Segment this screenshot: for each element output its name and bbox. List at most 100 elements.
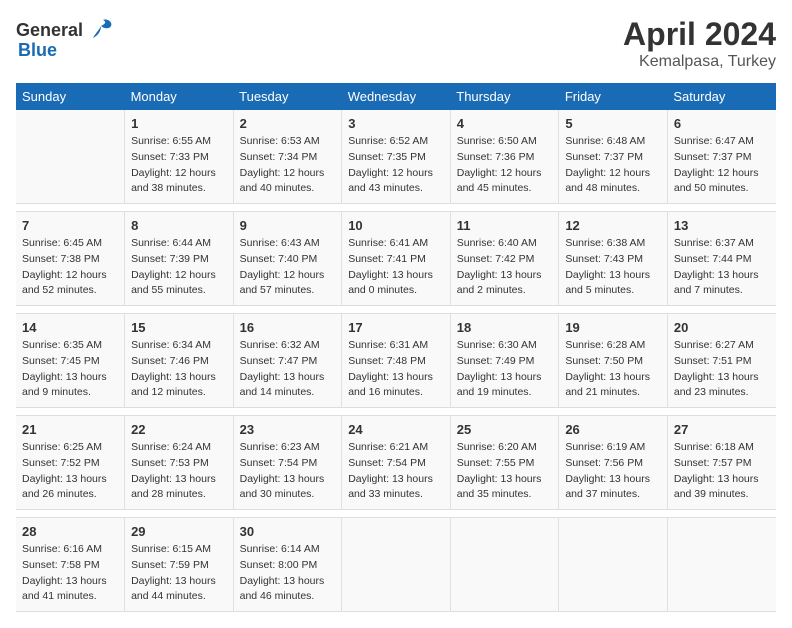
logo-general: General (16, 20, 83, 41)
calendar-cell: 5 Sunrise: 6:48 AM Sunset: 7:37 PM Daylig… (559, 110, 668, 204)
header-sunday: Sunday (16, 83, 125, 110)
day-number: 8 (131, 218, 227, 233)
day-number: 5 (565, 116, 661, 131)
day-number: 22 (131, 422, 227, 437)
calendar-week-row: 14Sunrise: 6:35 AM Sunset: 7:45 PM Dayli… (16, 314, 776, 408)
separator-cell (16, 510, 776, 518)
title-area: April 2024 Kemalpasa, Turkey (623, 16, 776, 71)
day-info: Sunrise: 6:32 AM Sunset: 7:47 PM Dayligh… (240, 338, 336, 401)
calendar-cell: 12 Sunrise: 6:38 AM Sunset: 7:43 PM Dayli… (559, 212, 668, 306)
calendar-cell: 24Sunrise: 6:21 AM Sunset: 7:54 PM Dayli… (342, 416, 451, 510)
day-info: Sunrise: 6:30 AM Sunset: 7:49 PM Dayligh… (457, 338, 553, 401)
calendar-cell: 21 Sunrise: 6:25 AM Sunset: 7:52 PM Dayli… (16, 416, 125, 510)
header-friday: Friday (559, 83, 668, 110)
row-separator (16, 408, 776, 416)
day-number: 11 (457, 218, 553, 233)
calendar-cell (450, 518, 559, 612)
day-number: 21 (22, 422, 118, 437)
day-number: 20 (674, 320, 770, 335)
day-info: Sunrise: 6:38 AM Sunset: 7:43 PM Dayligh… (565, 236, 661, 299)
day-info: Sunrise: 6:34 AM Sunset: 7:46 PM Dayligh… (131, 338, 227, 401)
day-info: Sunrise: 6:27 AM Sunset: 7:51 PM Dayligh… (674, 338, 770, 401)
header: General Blue April 2024 Kemalpasa, Turke… (16, 16, 776, 71)
day-number: 4 (457, 116, 553, 131)
header-saturday: Saturday (667, 83, 776, 110)
header-thursday: Thursday (450, 83, 559, 110)
day-number: 2 (240, 116, 336, 131)
day-info: Sunrise: 6:43 AM Sunset: 7:40 PM Dayligh… (240, 236, 336, 299)
day-info: Sunrise: 6:31 AM Sunset: 7:48 PM Dayligh… (348, 338, 444, 401)
day-info: Sunrise: 6:40 AM Sunset: 7:42 PM Dayligh… (457, 236, 553, 299)
day-number: 24 (348, 422, 444, 437)
day-number: 9 (240, 218, 336, 233)
calendar-cell: 22 Sunrise: 6:24 AM Sunset: 7:53 PM Dayli… (125, 416, 234, 510)
day-info: Sunrise: 6:23 AM Sunset: 7:54 PM Dayligh… (240, 440, 336, 503)
header-wednesday: Wednesday (342, 83, 451, 110)
day-number: 27 (674, 422, 770, 437)
calendar-cell: 25 Sunrise: 6:20 AM Sunset: 7:55 PM Dayli… (450, 416, 559, 510)
calendar-cell: 11 Sunrise: 6:40 AM Sunset: 7:42 PM Dayli… (450, 212, 559, 306)
day-number: 28 (22, 524, 118, 539)
day-info: Sunrise: 6:37 AM Sunset: 7:44 PM Dayligh… (674, 236, 770, 299)
calendar-cell: 3Sunrise: 6:52 AM Sunset: 7:35 PM Daylig… (342, 110, 451, 204)
day-number: 12 (565, 218, 661, 233)
day-info: Sunrise: 6:20 AM Sunset: 7:55 PM Dayligh… (457, 440, 553, 503)
calendar-cell: 4Sunrise: 6:50 AM Sunset: 7:36 PM Daylig… (450, 110, 559, 204)
day-number: 19 (565, 320, 661, 335)
row-separator (16, 204, 776, 212)
calendar-cell: 27 Sunrise: 6:18 AM Sunset: 7:57 PM Dayli… (667, 416, 776, 510)
header-monday: Monday (125, 83, 234, 110)
day-number: 30 (240, 524, 336, 539)
calendar-cell: 7Sunrise: 6:45 AM Sunset: 7:38 PM Daylig… (16, 212, 125, 306)
day-number: 14 (22, 320, 118, 335)
calendar-cell: 10Sunrise: 6:41 AM Sunset: 7:41 PM Dayli… (342, 212, 451, 306)
day-info: Sunrise: 6:55 AM Sunset: 7:33 PM Dayligh… (131, 134, 227, 197)
day-number: 6 (674, 116, 770, 131)
day-info: Sunrise: 6:28 AM Sunset: 7:50 PM Dayligh… (565, 338, 661, 401)
page-title: April 2024 (623, 16, 776, 53)
day-info: Sunrise: 6:15 AM Sunset: 7:59 PM Dayligh… (131, 542, 227, 605)
day-number: 25 (457, 422, 553, 437)
day-number: 15 (131, 320, 227, 335)
day-info: Sunrise: 6:53 AM Sunset: 7:34 PM Dayligh… (240, 134, 336, 197)
day-info: Sunrise: 6:18 AM Sunset: 7:57 PM Dayligh… (674, 440, 770, 503)
calendar-cell: 2 Sunrise: 6:53 AM Sunset: 7:34 PM Daylig… (233, 110, 342, 204)
calendar-cell: 13 Sunrise: 6:37 AM Sunset: 7:44 PM Dayli… (667, 212, 776, 306)
row-separator (16, 510, 776, 518)
day-number: 17 (348, 320, 444, 335)
day-info: Sunrise: 6:45 AM Sunset: 7:38 PM Dayligh… (22, 236, 118, 299)
calendar-week-row: 7Sunrise: 6:45 AM Sunset: 7:38 PM Daylig… (16, 212, 776, 306)
calendar-cell: 17 Sunrise: 6:31 AM Sunset: 7:48 PM Dayli… (342, 314, 451, 408)
page-subtitle: Kemalpasa, Turkey (623, 53, 776, 71)
calendar-week-row: 28Sunrise: 6:16 AM Sunset: 7:58 PM Dayli… (16, 518, 776, 612)
calendar-cell: 1Sunrise: 6:55 AM Sunset: 7:33 PM Daylig… (125, 110, 234, 204)
separator-cell (16, 204, 776, 212)
day-info: Sunrise: 6:47 AM Sunset: 7:37 PM Dayligh… (674, 134, 770, 197)
day-number: 26 (565, 422, 661, 437)
calendar-cell (16, 110, 125, 204)
calendar-cell: 20 Sunrise: 6:27 AM Sunset: 7:51 PM Dayli… (667, 314, 776, 408)
day-info: Sunrise: 6:41 AM Sunset: 7:41 PM Dayligh… (348, 236, 444, 299)
calendar-cell: 30Sunrise: 6:14 AM Sunset: 8:00 PM Dayli… (233, 518, 342, 612)
calendar-cell: 8Sunrise: 6:44 AM Sunset: 7:39 PM Daylig… (125, 212, 234, 306)
day-info: Sunrise: 6:48 AM Sunset: 7:37 PM Dayligh… (565, 134, 661, 197)
day-number: 16 (240, 320, 336, 335)
calendar-cell (559, 518, 668, 612)
day-number: 29 (131, 524, 227, 539)
calendar-cell: 14Sunrise: 6:35 AM Sunset: 7:45 PM Dayli… (16, 314, 125, 408)
calendar-cell (342, 518, 451, 612)
separator-cell (16, 408, 776, 416)
calendar-cell: 16 Sunrise: 6:32 AM Sunset: 7:47 PM Dayli… (233, 314, 342, 408)
calendar-week-row: 21 Sunrise: 6:25 AM Sunset: 7:52 PM Dayli… (16, 416, 776, 510)
calendar-cell (667, 518, 776, 612)
calendar-week-row: 1Sunrise: 6:55 AM Sunset: 7:33 PM Daylig… (16, 110, 776, 204)
day-info: Sunrise: 6:24 AM Sunset: 7:53 PM Dayligh… (131, 440, 227, 503)
day-info: Sunrise: 6:19 AM Sunset: 7:56 PM Dayligh… (565, 440, 661, 503)
logo-blue: Blue (18, 40, 57, 61)
day-number: 13 (674, 218, 770, 233)
day-number: 23 (240, 422, 336, 437)
logo-bird-icon (83, 16, 115, 44)
calendar-cell: 19 Sunrise: 6:28 AM Sunset: 7:50 PM Dayli… (559, 314, 668, 408)
row-separator (16, 306, 776, 314)
day-info: Sunrise: 6:25 AM Sunset: 7:52 PM Dayligh… (22, 440, 118, 503)
